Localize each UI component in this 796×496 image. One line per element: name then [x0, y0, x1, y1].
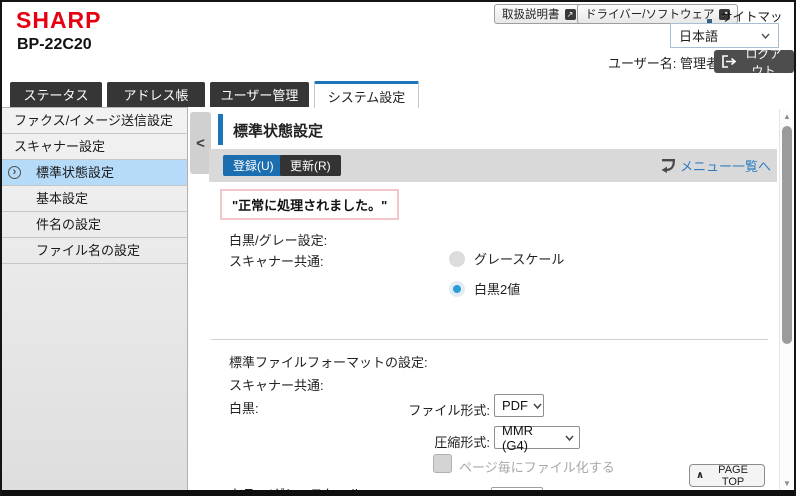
sidebar-item-label: 基本設定: [36, 191, 88, 206]
caret-up-icon: ∧: [696, 471, 704, 481]
toolbar: 登録(U) 更新(R) メニュー一覧へ: [209, 149, 777, 182]
radio-grayscale[interactable]: [449, 251, 465, 267]
page-top-button[interactable]: ∧ PAGE TOP: [689, 464, 765, 487]
compression-select[interactable]: MMR (G4): [494, 426, 580, 449]
menu-list-return-icon: [660, 158, 677, 173]
bw-gray-section-heading: 白黒/グレー設定:: [229, 230, 327, 249]
radio-row-bw2: 白黒2値: [449, 279, 520, 298]
app-window: SHARP BP-22C20 取扱説明書 ↗ ドライバー/ソフトウェア ↗ サイ…: [0, 0, 796, 496]
file-format-label: ファイル形式:: [400, 400, 490, 419]
tab-status[interactable]: ステータス: [10, 82, 102, 107]
sidebar-item-fax-image-send[interactable]: ファクス/イメージ送信設定: [2, 108, 187, 134]
scrollbar-thumb[interactable]: [782, 126, 792, 344]
sidebar-item-label: 件名の設定: [36, 217, 101, 232]
language-value: 日本語: [679, 26, 718, 45]
sidebar-item-label: スキャナー設定: [14, 139, 105, 154]
sidebar-item-scanner-settings[interactable]: スキャナー設定: [2, 134, 187, 160]
bw-row-label: 白黒:: [229, 398, 259, 417]
external-link-icon: ↗: [565, 9, 576, 20]
sidebar-item-label: 標準状態設定: [36, 165, 114, 180]
user-name-label: ユーザー名: 管理者: [608, 53, 719, 72]
radio-bw-2value[interactable]: [449, 281, 465, 297]
file-format-value: PDF: [502, 398, 528, 413]
manual-button-label: 取扱説明書: [502, 6, 560, 22]
chevron-down-icon: [533, 403, 542, 409]
file-format-section-heading: 標準ファイルフォーマットの設定:: [229, 352, 428, 371]
update-button[interactable]: 更新(R): [280, 155, 341, 176]
scroll-up-arrow-icon[interactable]: ▲: [781, 112, 793, 121]
sidebar-item-file-name-settings[interactable]: ファイル名の設定: [2, 238, 187, 264]
scanner-common-label: スキャナー共通:: [229, 251, 324, 270]
menu-list-label: メニュー一覧へ: [680, 156, 771, 175]
per-page-checkbox-label: ページ毎にファイル化する: [459, 457, 615, 476]
logout-label: ログアウト: [741, 45, 786, 79]
status-message: "正常に処理されました。": [220, 189, 399, 220]
model-name: BP-22C20: [17, 36, 92, 54]
sidebar-collapse-button[interactable]: <: [190, 112, 211, 174]
radio-bw2-label: 白黒2値: [474, 279, 520, 298]
tab-user-management[interactable]: ユーザー管理: [210, 82, 309, 107]
title-accent-bar: [218, 114, 223, 145]
driver-button-label: ドライバー/ソフトウェア: [585, 6, 714, 22]
sidebar: ファクス/イメージ送信設定 スキャナー設定 › 標準状態設定 基本設定 件名の設…: [2, 107, 188, 492]
scroll-down-arrow-icon[interactable]: ▼: [781, 479, 793, 488]
page-title: 標準状態設定: [233, 120, 323, 141]
scrollbar[interactable]: ▲ ▼: [779, 109, 794, 492]
sharp-logo: SHARP: [16, 7, 102, 34]
scanner-common-label: スキャナー共通:: [229, 375, 324, 394]
section-divider: [211, 339, 768, 340]
circled-arrow-icon: ›: [8, 166, 21, 179]
sidebar-item-label: ファクス/イメージ送信設定: [14, 113, 173, 128]
manual-button[interactable]: 取扱説明書 ↗: [494, 4, 584, 24]
chevron-down-icon: [761, 33, 770, 39]
menu-list-link[interactable]: メニュー一覧へ: [660, 156, 771, 175]
logout-icon: [722, 55, 736, 68]
sidebar-item-default-state-settings[interactable]: › 標準状態設定: [2, 160, 187, 186]
radio-grayscale-label: グレースケール: [474, 249, 564, 268]
tab-address-book[interactable]: アドレス帳: [107, 82, 205, 107]
submit-button[interactable]: 登録(U): [223, 155, 284, 176]
window-bottom-bar: [2, 490, 794, 496]
per-page-checkbox[interactable]: [433, 454, 452, 473]
sidebar-item-label: ファイル名の設定: [36, 243, 140, 258]
logout-button[interactable]: ログアウト: [714, 50, 794, 73]
file-format-select[interactable]: PDF: [494, 394, 544, 417]
page-top-label: PAGE TOP: [708, 464, 758, 488]
sidebar-item-basic-settings[interactable]: 基本設定: [2, 186, 187, 212]
radio-row-grayscale: グレースケール: [449, 249, 564, 268]
compression-label: 圧縮形式:: [400, 432, 490, 451]
tab-system-settings[interactable]: システム設定: [314, 81, 419, 108]
chevron-down-icon: [565, 435, 574, 441]
sidebar-item-subject-settings[interactable]: 件名の設定: [2, 212, 187, 238]
compression-value: MMR (G4): [502, 423, 560, 453]
